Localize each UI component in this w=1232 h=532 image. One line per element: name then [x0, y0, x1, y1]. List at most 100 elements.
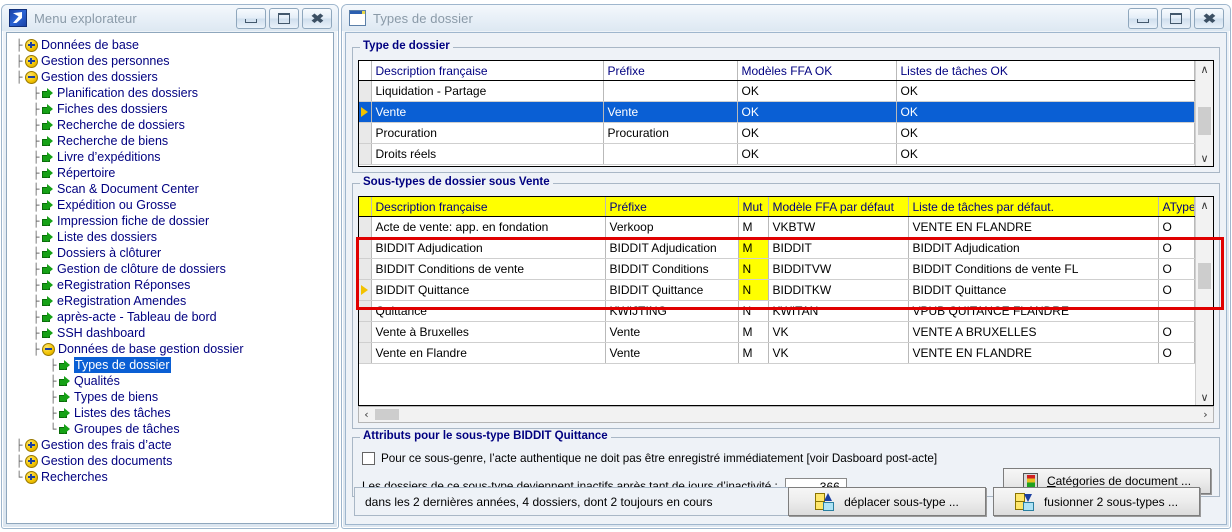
- tree-item-17[interactable]: ├ après-acte - Tableau de bord: [13, 309, 333, 325]
- row-marker[interactable]: [359, 300, 372, 322]
- cell[interactable]: M: [738, 321, 769, 343]
- tree-item-8[interactable]: ├ Répertoire: [13, 165, 333, 181]
- tree-item-12[interactable]: ├ Liste des dossiers: [13, 229, 333, 245]
- cell[interactable]: Vente: [605, 342, 739, 364]
- type-grid-vscrollbar[interactable]: ∧ ∨: [1195, 61, 1213, 166]
- expand-plus-icon[interactable]: [25, 470, 38, 484]
- cell[interactable]: VKBTW: [768, 216, 909, 238]
- cell[interactable]: OK: [896, 143, 1195, 165]
- row-marker[interactable]: [359, 101, 372, 123]
- column-header[interactable]: Mut: [738, 197, 769, 217]
- cell[interactable]: Vente: [371, 101, 604, 123]
- table-row[interactable]: Vente à Bruxelles Vente M VK VENTE A BRUXELL…: [359, 321, 1195, 343]
- subtype-grid-vscrollbar[interactable]: ∧ ∨: [1195, 197, 1213, 405]
- scroll-up-icon[interactable]: ∧: [1196, 197, 1213, 213]
- table-row[interactable]: Vente en Flandre Vente M VK VENTE EN FLANDRE…: [359, 342, 1195, 364]
- table-row[interactable]: Liquidation - Partage OK OK: [359, 80, 1195, 102]
- cell[interactable]: O: [1158, 237, 1195, 259]
- cell[interactable]: VENTE A BRUXELLES: [908, 321, 1159, 343]
- cell[interactable]: O: [1158, 342, 1195, 364]
- cell[interactable]: Vente: [603, 101, 738, 123]
- row-marker[interactable]: [359, 122, 372, 144]
- tree-item-15[interactable]: ├ eRegistration Réponses: [13, 277, 333, 293]
- cell[interactable]: O: [1158, 321, 1195, 343]
- cell[interactable]: Quittance: [371, 300, 606, 322]
- tree-item-22[interactable]: ├ Types de biens: [13, 389, 333, 405]
- cell[interactable]: O: [1158, 258, 1195, 280]
- table-row[interactable]: BIDDIT Adjudication BIDDIT Adjudication M B…: [359, 237, 1195, 259]
- cell[interactable]: N: [738, 258, 769, 280]
- cell[interactable]: VK: [768, 342, 909, 364]
- row-marker[interactable]: [359, 216, 372, 238]
- type-grid[interactable]: Description française Préfixe Modèles FFA …: [358, 60, 1214, 167]
- fusionner-sous-types-button[interactable]: fusionner 2 sous-types ...: [993, 487, 1200, 516]
- cell[interactable]: M: [738, 216, 769, 238]
- row-marker[interactable]: [359, 258, 372, 280]
- cell[interactable]: M: [738, 342, 769, 364]
- expand-plus-icon[interactable]: [25, 454, 38, 468]
- cell[interactable]: KWIJTING: [605, 300, 739, 322]
- scroll-thumb[interactable]: [1198, 107, 1211, 135]
- cell[interactable]: Droits réels: [371, 143, 604, 165]
- scroll-down-icon[interactable]: ∨: [1196, 150, 1213, 166]
- column-header[interactable]: Description française: [371, 197, 606, 217]
- tree-item-20[interactable]: ├ Types de dossier: [13, 357, 333, 373]
- cell[interactable]: BIDDITKW: [768, 279, 909, 301]
- column-header[interactable]: Listes de tâches OK: [896, 61, 1195, 81]
- cell[interactable]: [1158, 300, 1195, 322]
- scroll-thumb[interactable]: [1198, 263, 1211, 289]
- navigation-tree[interactable]: ├ Données de base ├ Gestion des personnes ├ G…: [7, 33, 333, 485]
- cell[interactable]: [603, 80, 738, 102]
- close-button[interactable]: ✖: [302, 7, 332, 29]
- table-row[interactable]: BIDDIT Conditions de vente BIDDIT Conditi…: [359, 258, 1195, 280]
- cell[interactable]: Vente: [605, 321, 739, 343]
- cell[interactable]: OK: [737, 122, 897, 144]
- tree-item-21[interactable]: ├ Qualités: [13, 373, 333, 389]
- cell[interactable]: VENTE EN FLANDRE: [908, 216, 1159, 238]
- tree-item-7[interactable]: ├ Livre d’expéditions: [13, 149, 333, 165]
- row-marker[interactable]: [359, 279, 372, 301]
- scroll-up-icon[interactable]: ∧: [1196, 61, 1213, 77]
- maximize-button[interactable]: [269, 7, 299, 29]
- cell[interactable]: BIDDIT Quittance: [908, 279, 1159, 301]
- types-titlebar[interactable]: Types de dossier ✖: [342, 5, 1230, 31]
- tree-item-5[interactable]: ├ Recherche de dossiers: [13, 117, 333, 133]
- hscroll-thumb[interactable]: [375, 409, 399, 420]
- tree-item-2[interactable]: ├ Gestion des dossiers: [13, 69, 333, 85]
- cell[interactable]: Verkoop: [605, 216, 739, 238]
- cell[interactable]: BIDDIT Conditions de vente: [371, 258, 606, 280]
- column-header[interactable]: AType: [1158, 197, 1195, 217]
- cell[interactable]: OK: [896, 122, 1195, 144]
- close-button[interactable]: ✖: [1194, 7, 1224, 29]
- tree-item-24[interactable]: └ Groupes de tâches: [13, 421, 333, 437]
- tree-item-14[interactable]: ├ Gestion de clôture de dossiers: [13, 261, 333, 277]
- cell[interactable]: Procuration: [371, 122, 604, 144]
- tree-item-25[interactable]: ├ Gestion des frais d’acte: [13, 437, 333, 453]
- cell[interactable]: BIDDIT Conditions de vente FL: [908, 258, 1159, 280]
- cell[interactable]: M: [738, 237, 769, 259]
- deplacer-sous-type-button[interactable]: déplacer sous-type ...: [788, 487, 986, 516]
- subtype-grid[interactable]: Description française Préfixe Mut Modèle FF…: [358, 196, 1214, 406]
- cell[interactable]: Procuration: [603, 122, 738, 144]
- column-header[interactable]: Modèle FFA par défaut: [768, 197, 909, 217]
- table-row[interactable]: Quittance KWIJTING N KWITAN VPUB QUITANCE FL…: [359, 300, 1195, 322]
- scroll-right-icon[interactable]: ›: [1198, 408, 1213, 421]
- tree-item-26[interactable]: ├ Gestion des documents: [13, 453, 333, 469]
- cell[interactable]: O: [1158, 216, 1195, 238]
- row-marker[interactable]: [359, 80, 372, 102]
- column-header[interactable]: Description française: [371, 61, 604, 81]
- row-marker[interactable]: [359, 237, 372, 259]
- tree-item-9[interactable]: ├ Scan & Document Center: [13, 181, 333, 197]
- cell[interactable]: OK: [737, 80, 897, 102]
- cell[interactable]: BIDDIT: [768, 237, 909, 259]
- minimize-button[interactable]: [236, 7, 266, 29]
- table-row[interactable]: Procuration Procuration OK OK: [359, 122, 1195, 144]
- expand-plus-icon[interactable]: [25, 54, 38, 68]
- cell[interactable]: N: [738, 279, 769, 301]
- scroll-down-icon[interactable]: ∨: [1196, 389, 1213, 405]
- expand-plus-icon[interactable]: [25, 38, 38, 52]
- explorer-titlebar[interactable]: Menu explorateur ✖: [2, 5, 338, 31]
- row-marker[interactable]: [359, 143, 372, 165]
- column-header[interactable]: Préfixe: [605, 197, 739, 217]
- tree-item-6[interactable]: ├ Recherche de biens: [13, 133, 333, 149]
